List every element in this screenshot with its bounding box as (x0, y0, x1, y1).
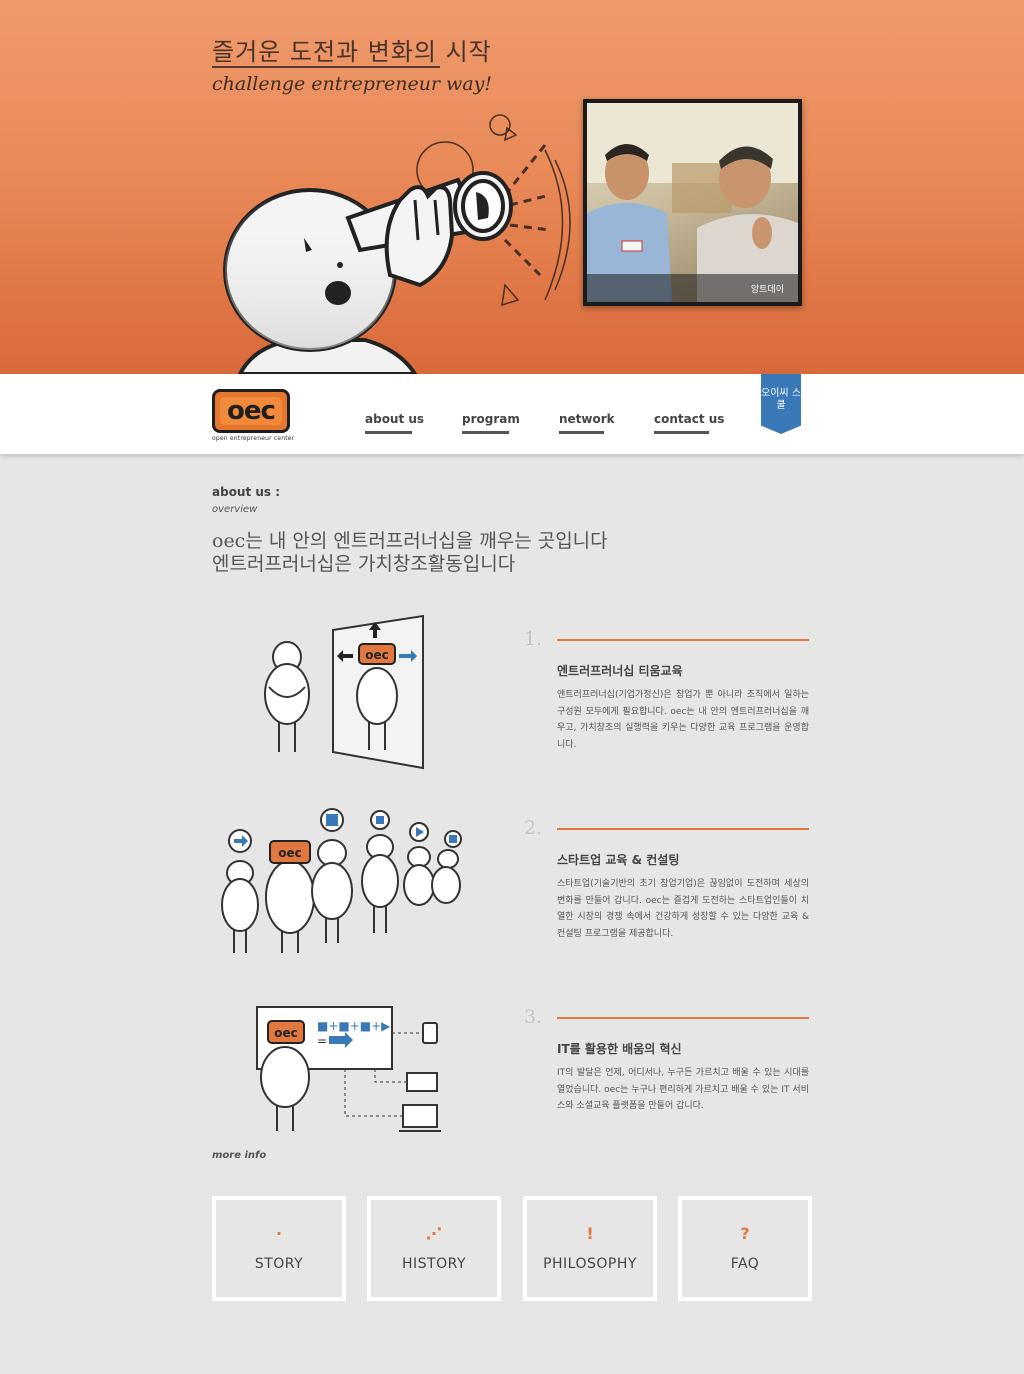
hero-title-underline (212, 66, 440, 68)
startup-group-illustration: oec (221, 808, 462, 953)
feature-2-body: 스타트업(기술기반의 초기 창업기업)은 끊임없이 도전하며 세상의 변화를 만… (557, 879, 809, 939)
more-info-link[interactable]: more info (212, 1150, 266, 1161)
card-faq-label: FAQ (730, 1256, 760, 1272)
logo-tagline: open entrepreneur center (212, 435, 295, 442)
question-icon: ? (740, 1224, 750, 1243)
nav-item-program[interactable]: program (462, 412, 520, 426)
oec-logo[interactable]: oec (212, 389, 290, 433)
feature-1-number: 1. (524, 628, 543, 650)
lead-line-1: oec는 내 안의 엔트러프러너십을 깨우는 곳입니다 (212, 530, 608, 552)
feature-1-line (557, 639, 809, 641)
section-subtitle: overview (212, 504, 258, 515)
dots-ascending-icon: ⋰ (426, 1224, 442, 1243)
event-photo[interactable]: 앙트데이 (583, 99, 802, 306)
nav-underline-contact-us (654, 431, 709, 434)
card-history[interactable]: ⋰ HISTORY (367, 1196, 501, 1301)
hero-title: 즐거운 도전과 변화의 시작 (212, 38, 492, 66)
card-story[interactable]: · STORY (212, 1196, 346, 1301)
feature-3-number: 3. (524, 1006, 543, 1028)
photo-people-illustration (587, 103, 798, 302)
logo-text: oec (227, 396, 276, 426)
nav-item-about-us[interactable]: about us (365, 412, 424, 426)
section-lead: oec는 내 안의 엔트러프러너십을 깨우는 곳입니다 엔트러프러너십은 가치창… (212, 530, 608, 576)
feature-3-line (557, 1017, 809, 1019)
mirror-badge-text: oec (365, 648, 389, 662)
mirror-illustration: oec (264, 614, 424, 770)
card-history-label: HISTORY (402, 1256, 466, 1272)
feature-3-body: IT의 발달은 언제, 어디서나, 누구든 가르치고 배울 수 있는 시대를 열… (557, 1068, 809, 1111)
nav-underline-network (559, 431, 604, 434)
feature-2-line (557, 828, 809, 830)
board-badge-text: oec (274, 1026, 298, 1040)
hero-subtitle: challenge entrepreneur way! (212, 73, 493, 95)
mascot-telescope-illustration (223, 114, 571, 374)
feature-3-heading: IT를 활용한 배움의 혁신 (557, 1042, 682, 1056)
section-title: about us : (212, 485, 281, 499)
main-navbar: oec open entrepreneur center about us pr… (0, 374, 1024, 455)
feature-2-number: 2. (524, 817, 543, 839)
board-equation-bottom: = (317, 1034, 327, 1048)
it-learning-illustration: oec ■+■+■+▶ = (256, 1006, 441, 1132)
group-badge-text: oec (278, 846, 302, 860)
photo-caption: 앙트데이 (750, 285, 784, 295)
exclamation-icon: ! (586, 1224, 594, 1243)
lead-line-2: 엔트러프러너십은 가치창조활동입니다 (212, 553, 516, 575)
event-photo-image: 앙트데이 (587, 103, 798, 302)
nav-item-contact-us[interactable]: contact us (654, 412, 724, 426)
card-philosophy[interactable]: ! PHILOSOPHY (523, 1196, 657, 1301)
board-equation-top: ■+■+■+▶ (317, 1019, 391, 1033)
dot-icon: · (275, 1224, 283, 1243)
nav-item-network[interactable]: network (559, 412, 615, 426)
card-faq[interactable]: ? FAQ (678, 1196, 812, 1301)
feature-1-body: 엔트러프러너십(기업가정신)은 창업가 뿐 아니라 조직에서 일하는 구성원 모… (557, 690, 809, 750)
oec-logo-inner: oec (220, 396, 282, 426)
nav-underline-program (462, 431, 509, 434)
hero-banner: 즐거운 도전과 변화의 시작 challenge entrepreneur wa… (0, 0, 1024, 374)
nav-underline-about-us (365, 431, 412, 434)
feature-1-heading: 엔트러프러너십 티움교육 (557, 664, 683, 678)
oec-school-ribbon[interactable]: 오이씨 스쿨 (761, 374, 801, 434)
feature-2-heading: 스타트업 교육 & 컨설팅 (557, 853, 680, 867)
card-story-label: STORY (254, 1256, 304, 1272)
card-philosophy-label: PHILOSOPHY (543, 1256, 637, 1272)
